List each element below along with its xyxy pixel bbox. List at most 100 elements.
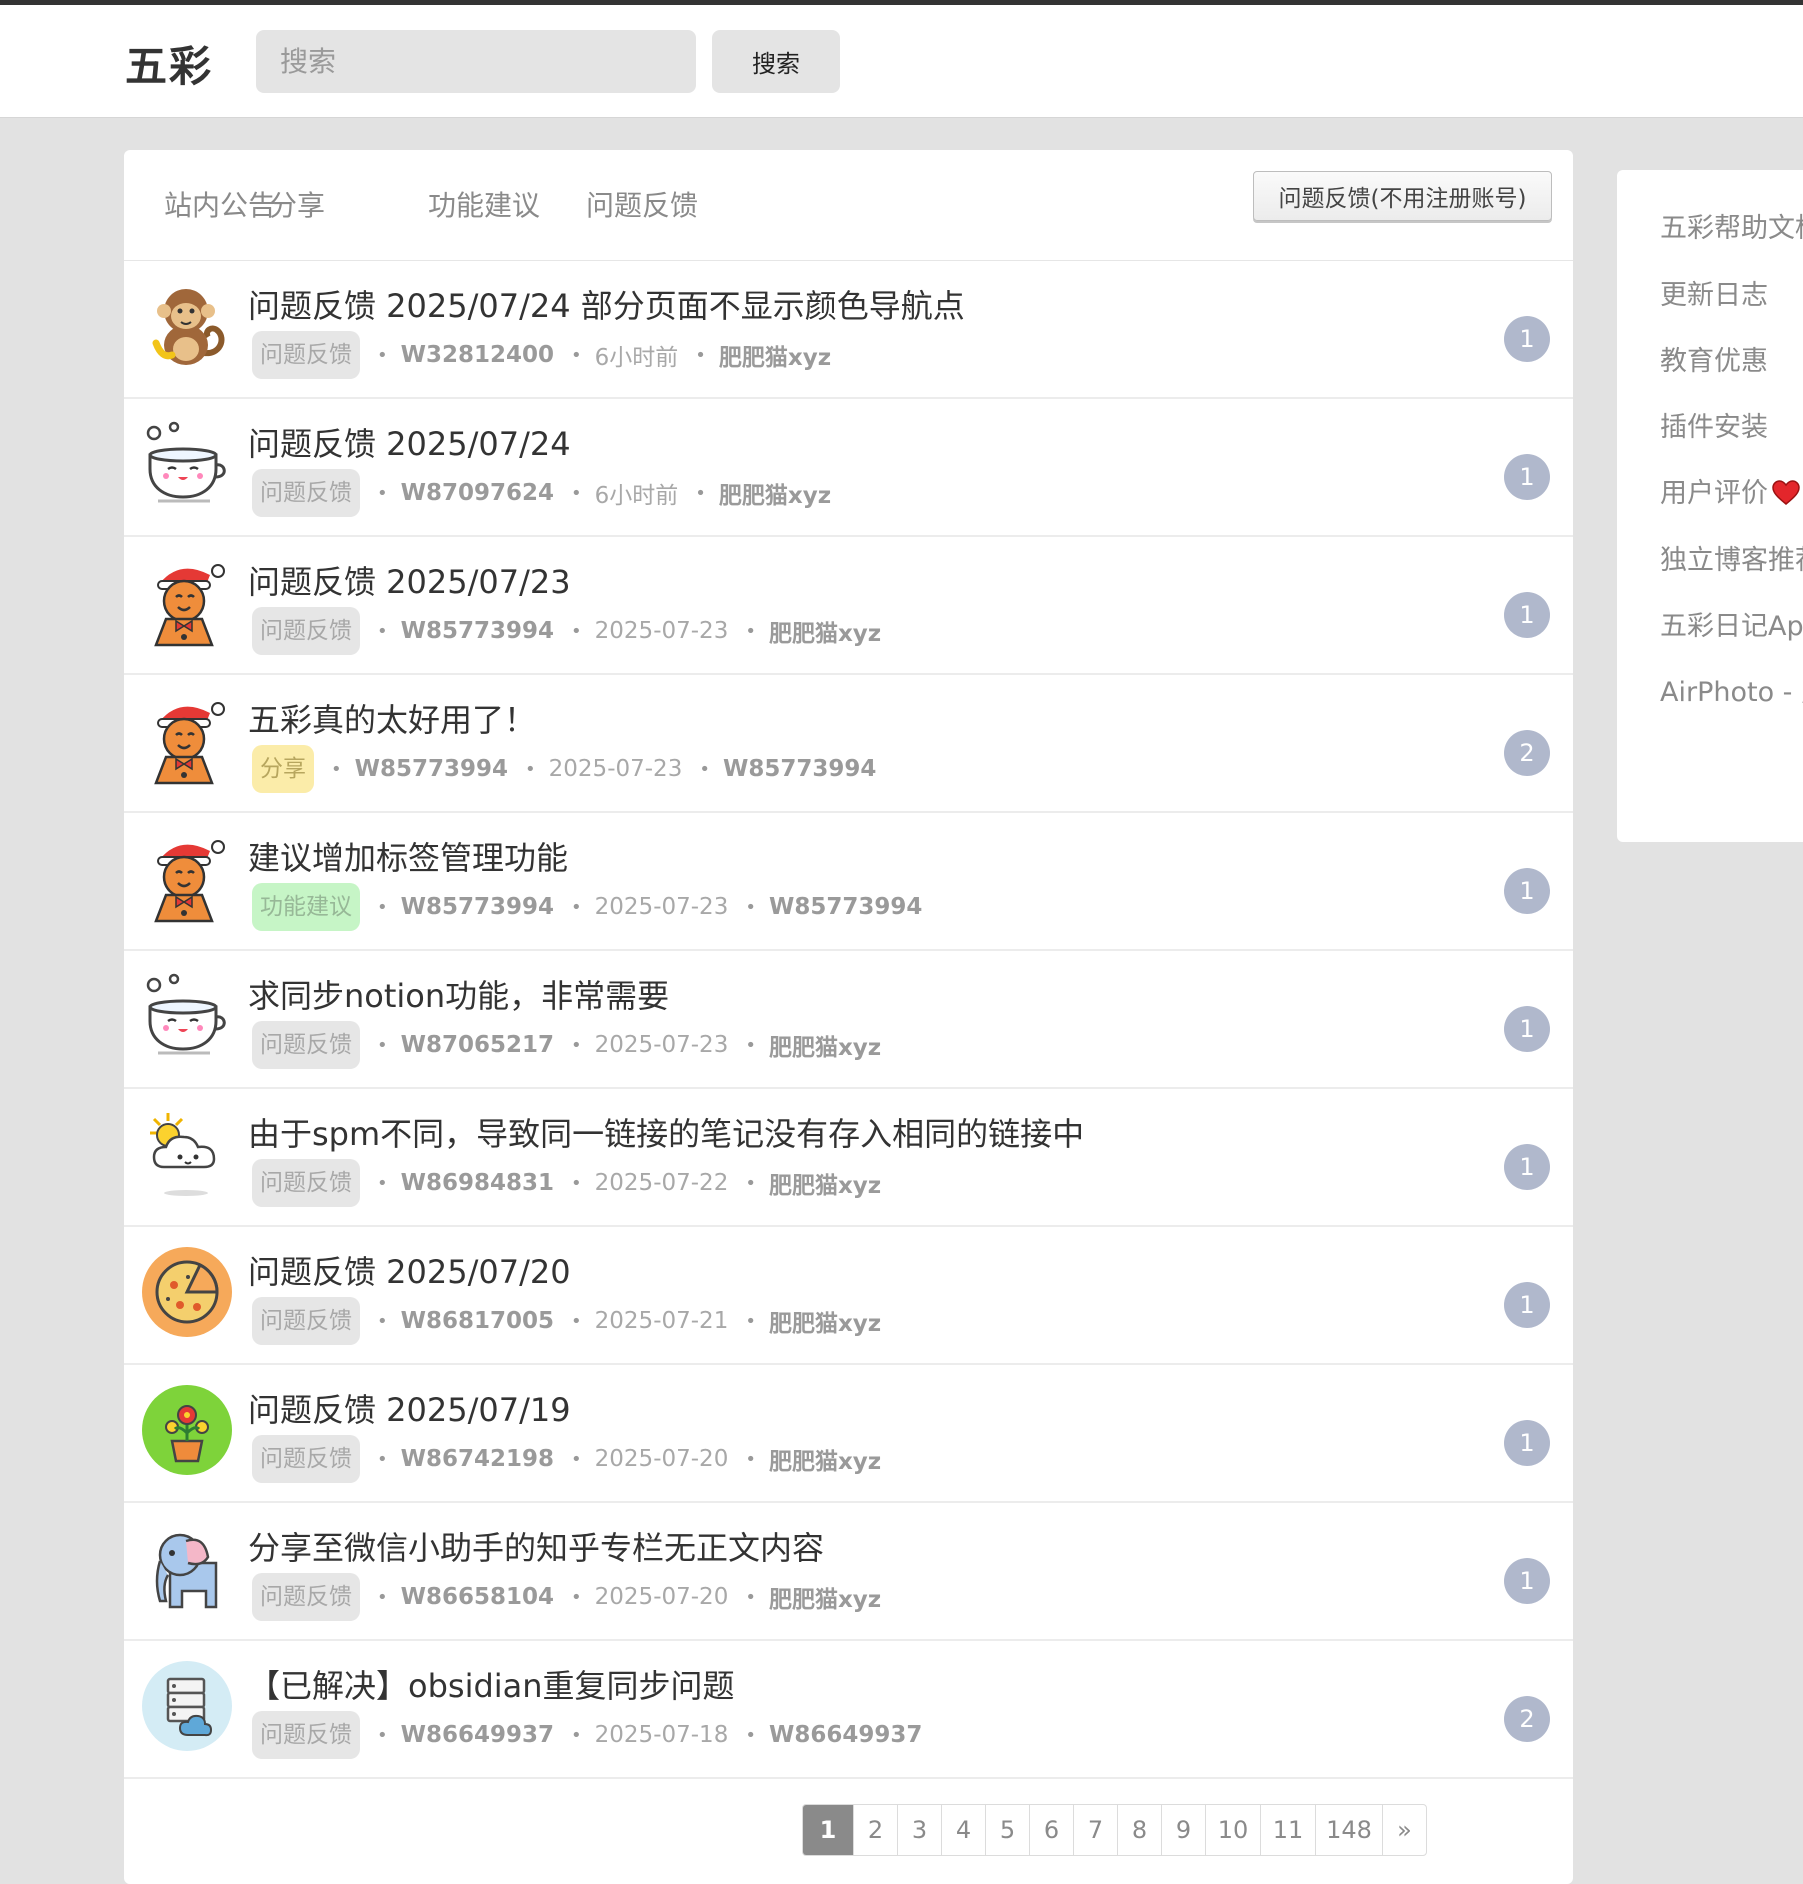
reply-count-badge[interactable]: 2 xyxy=(1504,730,1550,776)
topic-row[interactable]: 问题反馈 2025/07/24 问题反馈 • W87097624 • 6小时前 • 肥肥猫xy… xyxy=(124,399,1573,537)
sidebar-link[interactable]: 教育优惠 xyxy=(1660,339,1768,378)
avatar[interactable] xyxy=(142,281,232,371)
avatar[interactable] xyxy=(142,971,232,1061)
topic-title[interactable]: 分享至微信小助手的知乎专栏无正文内容 xyxy=(248,1523,824,1569)
reply-count-badge[interactable]: 1 xyxy=(1504,454,1550,500)
last-reply-user[interactable]: W85773994 xyxy=(769,894,922,920)
reply-count-badge[interactable]: 1 xyxy=(1504,868,1550,914)
topic-title[interactable]: 问题反馈 2025/07/24 xyxy=(248,419,571,465)
author-id[interactable]: W85773994 xyxy=(355,756,508,782)
topic-row[interactable]: 问题反馈 2025/07/20 问题反馈 • W86817005 • 2025-07-21… xyxy=(124,1227,1573,1365)
sidebar-link[interactable]: 更新日志 xyxy=(1660,273,1768,312)
page-button[interactable]: 1 xyxy=(803,1805,853,1855)
page-button[interactable]: 5 xyxy=(985,1805,1029,1855)
topic-row[interactable]: 求同步notion功能，非常需要 问题反馈 • W87065217 • 2025-07-2… xyxy=(124,951,1573,1089)
category-tag[interactable]: 问题反馈 xyxy=(252,331,360,379)
topic-title[interactable]: 问题反馈 2025/07/20 xyxy=(248,1247,571,1293)
avatar[interactable] xyxy=(142,557,232,647)
topic-title[interactable]: 【已解决】obsidian重复同步问题 xyxy=(248,1661,735,1707)
page-button[interactable]: 11 xyxy=(1260,1805,1315,1855)
category-tag[interactable]: 分享 xyxy=(252,745,314,793)
category-tag[interactable]: 问题反馈 xyxy=(252,1435,360,1483)
author-id[interactable]: W85773994 xyxy=(401,618,554,644)
sidebar-link[interactable]: 五彩日记App xyxy=(1660,604,1803,643)
last-reply-user[interactable]: 肥肥猫xyz xyxy=(769,1028,881,1062)
anonymous-feedback-button[interactable]: 问题反馈(不用注册账号) xyxy=(1253,171,1552,221)
sidebar-link[interactable]: 独立博客推荐 xyxy=(1660,538,1803,577)
last-reply-user[interactable]: W85773994 xyxy=(723,756,876,782)
last-reply-user[interactable]: W86649937 xyxy=(769,1722,922,1748)
page-button[interactable]: 3 xyxy=(897,1805,941,1855)
last-reply-user[interactable]: 肥肥猫xyz xyxy=(719,476,831,510)
page-button[interactable]: 10 xyxy=(1205,1805,1260,1855)
tab-announcements[interactable]: 站内公告 xyxy=(164,184,276,224)
site-logo[interactable]: 五彩 xyxy=(125,33,213,94)
topic-row[interactable]: 分享至微信小助手的知乎专栏无正文内容 问题反馈 • W86658104 • 2025-07… xyxy=(124,1503,1573,1641)
topic-title[interactable]: 问题反馈 2025/07/23 xyxy=(248,557,571,603)
reply-count-badge[interactable]: 1 xyxy=(1504,316,1550,362)
last-reply-user[interactable]: 肥肥猫xyz xyxy=(719,338,831,372)
tab-feature-suggestions[interactable]: 功能建议 xyxy=(428,184,540,224)
category-tag[interactable]: 功能建议 xyxy=(252,883,360,931)
sidebar-link[interactable]: 五彩帮助文档 xyxy=(1660,206,1803,245)
tab-bug-reports[interactable]: 问题反馈 xyxy=(586,184,698,224)
page-button[interactable]: 4 xyxy=(941,1805,985,1855)
avatar[interactable] xyxy=(142,833,232,923)
search-button[interactable]: 搜索 xyxy=(712,30,840,93)
page-button[interactable]: 8 xyxy=(1117,1805,1161,1855)
topic-row[interactable]: 【已解决】obsidian重复同步问题 问题反馈 • W86649937 • 2025-0… xyxy=(124,1641,1573,1779)
author-id[interactable]: W86649937 xyxy=(401,1722,554,1748)
category-tag[interactable]: 问题反馈 xyxy=(252,1711,360,1759)
author-id[interactable]: W86984831 xyxy=(401,1170,554,1196)
page-next-button[interactable]: » xyxy=(1382,1805,1426,1855)
reply-count-badge[interactable]: 1 xyxy=(1504,1144,1550,1190)
topic-row[interactable]: 建议增加标签管理功能 功能建议 • W85773994 • 2025-07-23 • W857… xyxy=(124,813,1573,951)
avatar[interactable] xyxy=(142,1523,232,1613)
reply-count-badge[interactable]: 1 xyxy=(1504,1420,1550,1466)
reply-count-badge[interactable]: 1 xyxy=(1504,1282,1550,1328)
topic-row[interactable]: 问题反馈 2025/07/24 部分页面不显示颜色导航点 问题反馈 • W328124… xyxy=(124,261,1573,399)
topic-row[interactable]: 五彩真的太好用了！ 分享 • W85773994 • 2025-07-23 • W857739… xyxy=(124,675,1573,813)
author-id[interactable]: W86817005 xyxy=(401,1308,554,1334)
author-id[interactable]: W32812400 xyxy=(401,342,554,368)
category-tag[interactable]: 问题反馈 xyxy=(252,607,360,655)
topic-title[interactable]: 求同步notion功能，非常需要 xyxy=(248,971,669,1017)
reply-count-badge[interactable]: 1 xyxy=(1504,1006,1550,1052)
avatar[interactable] xyxy=(142,419,232,509)
sidebar-link[interactable]: AirPhoto - 照片 xyxy=(1660,670,1803,709)
author-id[interactable]: W86742198 xyxy=(401,1446,554,1472)
topic-row[interactable]: 问题反馈 2025/07/23 问题反馈 • W85773994 • 2025-07-23… xyxy=(124,537,1573,675)
category-tag[interactable]: 问题反馈 xyxy=(252,1573,360,1621)
page-button[interactable]: 9 xyxy=(1161,1805,1205,1855)
author-id[interactable]: W87097624 xyxy=(401,480,554,506)
avatar[interactable] xyxy=(142,1661,232,1751)
avatar[interactable] xyxy=(142,1247,232,1337)
last-reply-user[interactable]: 肥肥猫xyz xyxy=(769,1442,881,1476)
avatar[interactable] xyxy=(142,695,232,785)
category-tag[interactable]: 问题反馈 xyxy=(252,1159,360,1207)
reply-count-badge[interactable]: 1 xyxy=(1504,1558,1550,1604)
last-reply-user[interactable]: 肥肥猫xyz xyxy=(769,1166,881,1200)
author-id[interactable]: W85773994 xyxy=(401,894,554,920)
topic-title[interactable]: 建议增加标签管理功能 xyxy=(248,833,568,879)
category-tag[interactable]: 问题反馈 xyxy=(252,469,360,517)
author-id[interactable]: W87065217 xyxy=(401,1032,554,1058)
reply-count-badge[interactable]: 2 xyxy=(1504,1696,1550,1742)
topic-title[interactable]: 问题反馈 2025/07/24 部分页面不显示颜色导航点 xyxy=(248,281,965,327)
topic-title[interactable]: 问题反馈 2025/07/19 xyxy=(248,1385,571,1431)
last-reply-user[interactable]: 肥肥猫xyz xyxy=(769,614,881,648)
author-id[interactable]: W86658104 xyxy=(401,1584,554,1610)
page-button[interactable]: 6 xyxy=(1029,1805,1073,1855)
last-reply-user[interactable]: 肥肥猫xyz xyxy=(769,1580,881,1614)
topic-row[interactable]: 问题反馈 2025/07/19 问题反馈 • W86742198 • 2025-07-20… xyxy=(124,1365,1573,1503)
avatar[interactable] xyxy=(142,1385,232,1475)
page-button[interactable]: 148 xyxy=(1315,1805,1382,1855)
topic-title[interactable]: 五彩真的太好用了！ xyxy=(248,695,536,741)
last-reply-user[interactable]: 肥肥猫xyz xyxy=(769,1304,881,1338)
tab-share[interactable]: 分享 xyxy=(269,184,325,224)
page-button[interactable]: 2 xyxy=(853,1805,897,1855)
sidebar-link[interactable]: 用户评价 xyxy=(1660,471,1800,510)
sidebar-link[interactable]: 插件安装 xyxy=(1660,405,1768,444)
category-tag[interactable]: 问题反馈 xyxy=(252,1021,360,1069)
topic-row[interactable]: 由于spm不同，导致同一链接的笔记没有存入相同的链接中 问题反馈 • W8698483… xyxy=(124,1089,1573,1227)
